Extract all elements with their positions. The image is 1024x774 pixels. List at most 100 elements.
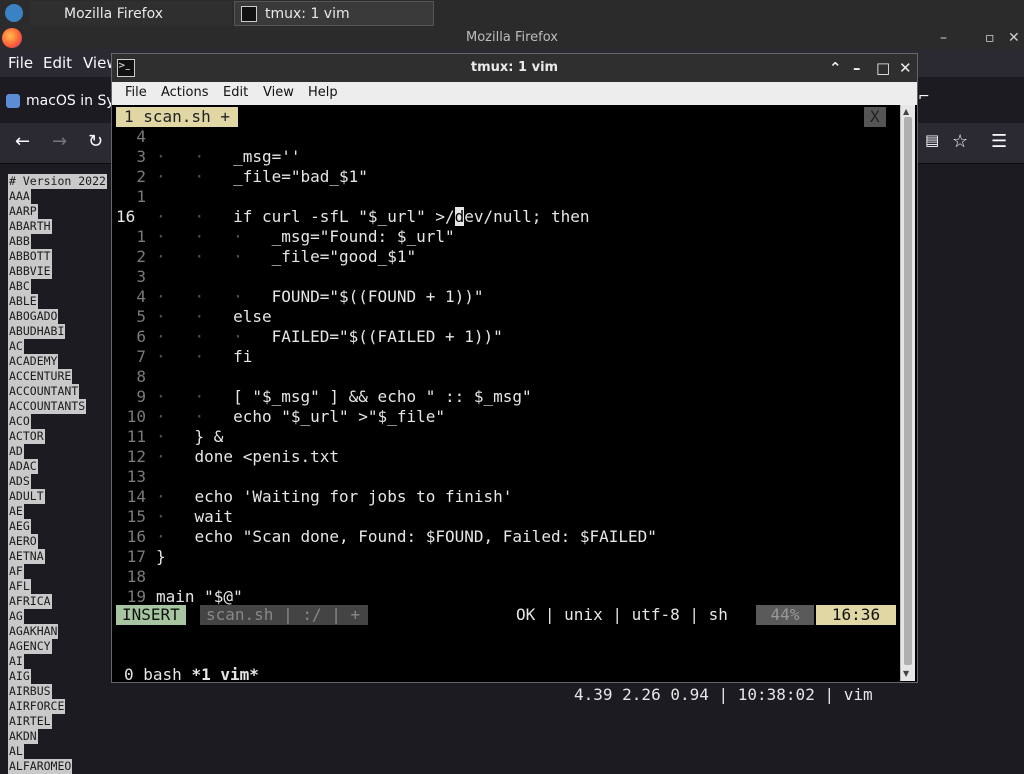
line-number: 1 <box>136 227 146 246</box>
domain-list-item: ABB <box>8 234 31 249</box>
domain-list-item: AD <box>8 444 24 459</box>
code-line: 15 · wait <box>116 507 898 527</box>
code-line: 1 <box>116 187 898 207</box>
domain-list-item: ALFAROMEO <box>8 759 73 774</box>
maximize-icon[interactable]: ▫ <box>985 27 995 49</box>
domain-list-item: AETNA <box>8 549 45 564</box>
close-icon[interactable]: ✕ <box>1008 27 1020 49</box>
domain-list-item: AI <box>8 654 24 669</box>
firefox-tab[interactable]: macOS in Sy <box>6 83 116 119</box>
domain-list-item: AC <box>8 339 24 354</box>
code-line: 19 main "$@" <box>116 587 898 607</box>
domain-list-item: AG <box>8 609 24 624</box>
line-number: 11 <box>126 427 146 446</box>
line-number: 14 <box>126 487 146 506</box>
domain-list-item: AERO <box>8 534 38 549</box>
domain-list-item: AF <box>8 564 24 579</box>
app-menu-icon[interactable] <box>5 4 23 22</box>
domain-list-item: ABUDHABI <box>8 324 66 339</box>
line-number: 9 <box>136 387 146 406</box>
code-line: 2 · · _file="bad_$1" <box>116 167 898 187</box>
code-text: } <box>156 547 166 566</box>
tmux-status-right: 4.39 2.26 0.94 | 10:38:02 | vim <box>574 685 873 704</box>
code-line: 3 · · _msg='' <box>116 147 898 167</box>
task-tmux[interactable]: tmux: 1 vim <box>234 1 434 26</box>
minimize-icon[interactable]: – <box>853 54 861 82</box>
domain-list-item: ACCENTURE <box>8 369 73 384</box>
vim-tab[interactable]: 1 scan.sh + <box>116 107 238 127</box>
reader-view-icon[interactable]: ▤ <box>925 131 939 149</box>
line-number: 8 <box>136 367 146 386</box>
code-line: 5 · · else <box>116 307 898 327</box>
task-firefox-label: Mozilla Firefox <box>64 6 164 22</box>
code-line: 14 · echo 'Waiting for jobs to finish' <box>116 487 898 507</box>
shade-icon[interactable]: ⌃ <box>829 54 842 82</box>
code-text: · · _msg='' <box>156 147 301 166</box>
menu-edit[interactable]: Edit <box>43 54 72 72</box>
firefox-logo-icon <box>2 28 22 48</box>
terminal-titlebar[interactable]: >_ tmux: 1 vim ⌃ – □ ✕ <box>112 54 917 82</box>
scroll-up-icon[interactable]: ▲ <box>903 107 909 116</box>
line-number: 3 <box>136 267 146 286</box>
line-number: 15 <box>126 507 146 526</box>
term-menu-file[interactable]: File <box>125 85 147 100</box>
task-firefox[interactable]: Mozilla Firefox <box>30 1 232 26</box>
code-text: · · · FOUND="$((FOUND + 1))" <box>156 287 484 306</box>
line-number: 1 <box>136 187 146 206</box>
minimize-icon[interactable]: – <box>940 27 947 49</box>
bookmark-star-icon[interactable]: ☆ <box>952 131 968 152</box>
line-number: 13 <box>126 467 146 486</box>
menu-file[interactable]: File <box>8 54 33 72</box>
code-text: · · fi <box>156 347 253 366</box>
term-menu-actions[interactable]: Actions <box>161 85 209 100</box>
tab-overflow-icon[interactable]: ⌐ <box>918 89 930 105</box>
code-text: · done <penis.txt <box>156 447 340 466</box>
vim-percent: 44% <box>756 605 814 625</box>
code-line: 16 · · if curl -sfL "$_url" >/dev/null; t… <box>116 207 898 227</box>
vim-fileinfo: OK | unix | utf-8 | sh <box>516 605 728 624</box>
domain-list-item: AIRFORCE <box>8 699 66 714</box>
domain-list-item: ACCOUNTANT <box>8 384 80 399</box>
terminal-scrollbar[interactable]: ▲ ▼ <box>900 105 915 681</box>
domain-list-item: AEG <box>8 519 31 534</box>
tmux-statusbar: 0 bash *1 vim* 4.39 2.26 0.94 | 10:38:02… <box>116 645 898 704</box>
back-icon[interactable]: ← <box>15 131 30 152</box>
vim-tab-close[interactable]: X <box>864 107 886 127</box>
code-line: 6 · · · FAILED="$((FAILED + 1))" <box>116 327 898 347</box>
tmux-windows: 0 bash *1 vim* <box>124 665 259 685</box>
terminal-icon <box>241 6 257 22</box>
close-icon[interactable]: ✕ <box>899 54 912 82</box>
hamburger-menu-icon[interactable]: ☰ <box>991 131 1007 152</box>
vim-editor[interactable]: 1 scan.sh + X 4 3 · · _msg='' 2 · · _file="b… <box>116 105 898 704</box>
reload-icon[interactable]: ↻ <box>88 131 103 152</box>
maximize-icon[interactable]: □ <box>876 54 890 82</box>
code-line: 12 · done <penis.txt <box>116 447 898 467</box>
code-text: · · · _msg="Found: $_url" <box>156 227 455 246</box>
tmux-window-vim[interactable]: *1 vim* <box>191 665 258 684</box>
domain-list-item: ABBOTT <box>8 249 52 264</box>
code-text: · echo "Scan done, Found: $FOUND, Failed… <box>156 527 657 546</box>
term-menu-help[interactable]: Help <box>308 85 338 100</box>
scroll-down-icon[interactable]: ▼ <box>903 669 909 678</box>
code-text: · echo 'Waiting for jobs to finish' <box>156 487 513 506</box>
term-menu-view[interactable]: View <box>263 85 294 100</box>
term-menu-edit[interactable]: Edit <box>223 85 248 100</box>
scrollbar-thumb[interactable] <box>904 117 912 665</box>
domain-list-item: AGAKHAN <box>8 624 59 639</box>
line-number: 2 <box>136 167 146 186</box>
forward-icon[interactable]: → <box>52 131 67 152</box>
tmux-window-bash[interactable]: 0 bash <box>124 665 191 684</box>
line-number: 2 <box>136 247 146 266</box>
domain-list-item: AAA <box>8 189 31 204</box>
code-text: · } & <box>156 427 224 446</box>
code-line: 4 · · · FOUND="$((FOUND + 1))" <box>116 287 898 307</box>
code-text: · · · _file="good_$1" <box>156 247 417 266</box>
domain-list-item: AIRTEL <box>8 714 52 729</box>
domain-list-item: ACTOR <box>8 429 45 444</box>
domain-list-item: AFRICA <box>8 594 52 609</box>
domain-list-item: ACADEMY <box>8 354 59 369</box>
line-number: 4 <box>136 287 146 306</box>
tab-favicon-icon <box>6 94 20 108</box>
firefox-titlebar: Mozilla Firefox – ▫ ✕ <box>0 27 1024 49</box>
code-line: 3 <box>116 267 898 287</box>
